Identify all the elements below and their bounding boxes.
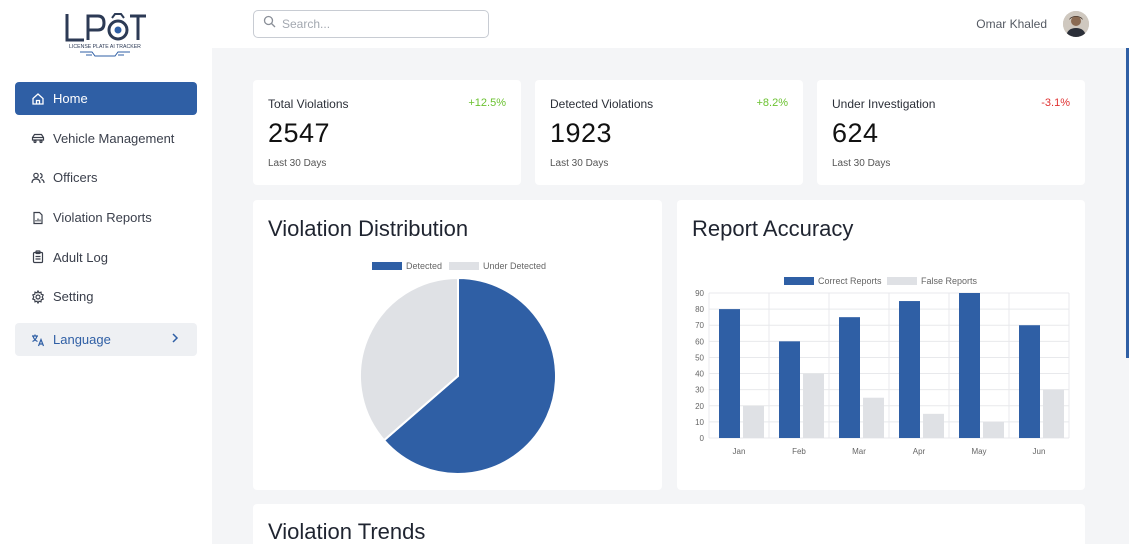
stat-period: Last 30 Days — [550, 158, 609, 169]
translate-icon — [31, 333, 45, 347]
avatar[interactable] — [1063, 11, 1089, 37]
bar[interactable] — [1043, 389, 1064, 438]
document-icon — [31, 211, 45, 225]
bar[interactable] — [983, 421, 1004, 438]
violation-trends-panel: Violation Trends — [253, 504, 1085, 544]
x-tick-label: Mar — [852, 447, 866, 456]
y-tick-label: 80 — [695, 305, 704, 314]
panel-title: Violation Trends — [268, 519, 426, 544]
pie-chart: Detected Under Detected — [359, 261, 557, 475]
app-logo[interactable]: LICENSE PLATE AI TRACKER — [62, 10, 148, 60]
violation-distribution-panel: Violation Distribution Detected Under Det… — [253, 200, 662, 490]
sidebar-item-setting[interactable]: Setting — [15, 280, 197, 313]
y-tick-label: 20 — [695, 402, 704, 411]
clipboard-icon — [31, 250, 45, 264]
logo-subtitle: LICENSE PLATE AI TRACKER — [69, 44, 141, 50]
y-tick-label: 30 — [695, 386, 704, 395]
legend-label[interactable]: Correct Reports — [818, 276, 882, 286]
bar[interactable] — [863, 397, 884, 438]
bar[interactable] — [803, 373, 824, 438]
sidebar-item-adult-log[interactable]: Adult Log — [15, 241, 197, 274]
language-selector[interactable]: Language — [15, 323, 197, 357]
legend-label[interactable]: Under Detected — [483, 261, 546, 271]
bar[interactable] — [959, 293, 980, 438]
search-input[interactable] — [282, 17, 472, 31]
stat-label: Under Investigation — [832, 97, 936, 111]
sidebar-item-vehicle-management[interactable]: Vehicle Management — [15, 122, 197, 155]
stat-change: -3.1% — [1041, 97, 1070, 109]
search-icon — [263, 15, 276, 33]
sidebar-nav: Home Vehicle Management Officers Violati… — [15, 82, 197, 363]
language-label: Language — [53, 332, 111, 348]
sidebar: LICENSE PLATE AI TRACKER Home Vehicle Ma… — [0, 0, 212, 544]
stat-period: Last 30 Days — [832, 158, 891, 169]
stat-label: Detected Violations — [550, 97, 654, 111]
user-name[interactable]: Omar Khaled — [976, 17, 1047, 31]
sidebar-item-violation-reports[interactable]: Violation Reports — [15, 201, 197, 234]
stat-card-detected-violations: Detected Violations +8.2% 1923 Last 30 D… — [535, 80, 803, 185]
stat-label: Total Violations — [268, 97, 349, 111]
bar[interactable] — [899, 301, 920, 438]
report-accuracy-panel: Report Accuracy Correct Reports False Rep… — [677, 200, 1085, 490]
sidebar-item-officers[interactable]: Officers — [15, 161, 197, 194]
stat-change: +8.2% — [756, 97, 789, 109]
legend-swatch[interactable] — [887, 277, 917, 285]
search-box[interactable] — [253, 10, 489, 38]
stat-value: 2547 — [268, 118, 331, 148]
y-tick-label: 40 — [695, 370, 704, 379]
x-tick-label: Jan — [733, 447, 746, 456]
bar-chart: Correct Reports False Reports 0 10 20 30 40 50… — [695, 276, 1070, 456]
legend-label[interactable]: False Reports — [921, 276, 978, 286]
x-tick-label: May — [971, 447, 986, 456]
stat-change: +12.5% — [468, 97, 506, 109]
bar[interactable] — [743, 405, 764, 438]
legend-label[interactable]: Detected — [406, 261, 442, 271]
sidebar-item-label: Officers — [53, 170, 98, 186]
stat-period: Last 30 Days — [268, 158, 327, 169]
users-icon — [31, 171, 45, 185]
y-tick-label: 10 — [695, 418, 704, 427]
stat-card-total-violations: Total Violations +12.5% 2547 Last 30 Day… — [253, 80, 521, 185]
bar[interactable] — [779, 341, 800, 438]
y-tick-label: 50 — [695, 353, 704, 362]
sidebar-item-label: Vehicle Management — [53, 130, 175, 146]
stat-value: 624 — [832, 118, 879, 148]
x-tick-label: Apr — [913, 447, 926, 456]
y-tick-label: 60 — [695, 337, 704, 346]
gear-icon — [31, 289, 45, 304]
bar[interactable] — [719, 309, 740, 438]
y-tick-label: 0 — [700, 434, 705, 443]
sidebar-item-label: Setting — [53, 289, 94, 305]
sidebar-item-label: Home — [53, 91, 88, 106]
stat-value: 1923 — [550, 118, 613, 148]
legend-swatch[interactable] — [784, 277, 814, 285]
sidebar-item-label: Adult Log — [53, 249, 108, 265]
y-tick-label: 70 — [695, 321, 704, 330]
legend-swatch[interactable] — [372, 262, 402, 270]
bar[interactable] — [839, 317, 860, 438]
x-tick-label: Jun — [1033, 447, 1046, 456]
sidebar-item-label: Violation Reports — [53, 210, 152, 226]
y-tick-label: 90 — [695, 289, 704, 298]
chevron-right-icon — [171, 332, 179, 347]
stat-card-under-investigation: Under Investigation -3.1% 624 Last 30 Da… — [817, 80, 1085, 185]
home-icon — [31, 92, 45, 106]
top-header: Omar Khaled — [212, 0, 1129, 48]
x-tick-label: Feb — [792, 447, 806, 456]
legend-swatch[interactable] — [449, 262, 479, 270]
bar[interactable] — [923, 413, 944, 438]
bar[interactable] — [1019, 325, 1040, 438]
car-icon — [31, 131, 45, 145]
sidebar-item-home[interactable]: Home — [15, 82, 197, 115]
